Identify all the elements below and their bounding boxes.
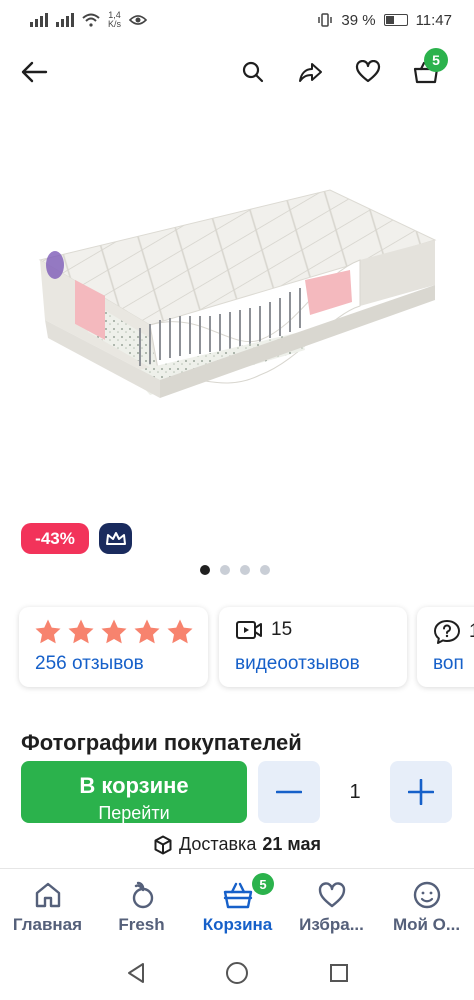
battery-percent: 39 % <box>341 11 376 29</box>
reviews-link[interactable]: 256 отзывов <box>35 653 144 675</box>
video-reviews-card[interactable]: 15 видеоотзывов <box>219 607 407 687</box>
clock: 11:47 <box>415 11 452 29</box>
nav-recents-icon[interactable] <box>326 960 352 986</box>
eye-icon <box>129 15 148 25</box>
box-icon <box>154 835 172 854</box>
status-bar: 1,4 K/s 39 % 11:47 <box>0 0 474 40</box>
share-icon[interactable] <box>295 56 327 88</box>
back-arrow-icon[interactable] <box>18 56 50 88</box>
delivery-info: Доставка 21 мая <box>0 834 474 855</box>
tab-cart-badge: 5 <box>252 873 274 895</box>
star-icon <box>68 619 94 644</box>
heart-icon[interactable] <box>352 56 384 88</box>
tab-fresh[interactable]: Fresh <box>94 879 189 935</box>
carousel-dot[interactable] <box>260 565 270 575</box>
rating-card[interactable]: 256 отзывов <box>19 607 208 687</box>
video-camera-icon <box>236 621 262 639</box>
signal-icon-2 <box>56 13 74 27</box>
delivery-prefix: Доставка <box>179 834 257 854</box>
heart-icon <box>284 879 379 911</box>
minus-icon <box>276 790 302 794</box>
buy-bar: В корзине Перейти 1 Доставка 21 мая <box>0 756 474 868</box>
tab-favorites[interactable]: Избра... <box>284 879 379 935</box>
video-reviews-link[interactable]: видеоотзывов <box>235 653 360 675</box>
tab-home[interactable]: Главная <box>0 879 95 935</box>
delivery-date: 21 мая <box>262 834 321 854</box>
product-image[interactable] <box>0 110 474 510</box>
question-bubble-icon <box>434 620 460 644</box>
top-app-bar <box>0 44 474 100</box>
star-icon <box>134 619 160 644</box>
quantity-value: 1 <box>349 780 361 803</box>
signal-icon <box>30 13 48 27</box>
questions-card[interactable]: 1 воп <box>417 607 474 687</box>
nav-home-icon[interactable] <box>224 960 250 986</box>
battery-icon <box>383 14 408 26</box>
network-speed: 1,4 K/s <box>108 10 122 29</box>
customer-photos-title: Фотографии покупателей <box>21 730 302 755</box>
tab-home-label: Главная <box>12 915 83 934</box>
fresh-icon <box>94 879 189 911</box>
increase-quantity-button[interactable] <box>390 761 452 823</box>
tab-favorites-label: Избра... <box>299 915 364 934</box>
tab-profile[interactable]: Мой О... <box>379 879 474 935</box>
questions-count: 1 <box>469 621 474 643</box>
tab-fresh-label: Fresh <box>118 915 165 934</box>
rating-stars <box>33 617 195 647</box>
star-icon <box>101 619 127 644</box>
video-count: 15 <box>271 619 293 640</box>
carousel-dot[interactable] <box>200 565 210 575</box>
search-icon[interactable] <box>237 56 269 88</box>
plus-icon <box>408 779 434 805</box>
tab-profile-label: Мой О... <box>392 915 461 934</box>
nav-back-icon[interactable] <box>123 960 149 986</box>
star-icon <box>167 619 193 644</box>
profile-icon <box>379 879 474 911</box>
carousel-dot[interactable] <box>220 565 230 575</box>
vibrate-icon <box>318 13 333 27</box>
info-cards: 256 отзывов 15 видеоотзывов 1 воп <box>0 607 474 687</box>
discount-badge: -43% <box>21 523 89 554</box>
star-icon <box>35 619 61 644</box>
decrease-quantity-button[interactable] <box>258 761 320 823</box>
bottom-tab-bar: Главная Fresh Корзина 5 Избра... Мой О..… <box>0 868 474 946</box>
go-to-cart-label: Перейти <box>98 803 170 823</box>
carousel-indicator <box>200 565 270 575</box>
cart-count-badge: 5 <box>424 48 448 72</box>
carousel-dot[interactable] <box>240 565 250 575</box>
tab-cart-label: Корзина <box>202 915 273 934</box>
home-icon <box>0 879 95 911</box>
in-cart-button[interactable]: В корзине Перейти <box>21 761 247 823</box>
questions-link[interactable]: воп <box>433 653 464 675</box>
crown-icon <box>99 523 132 554</box>
in-cart-label: В корзине <box>79 773 189 798</box>
system-nav-bar <box>0 946 474 1000</box>
wifi-icon <box>82 13 100 27</box>
